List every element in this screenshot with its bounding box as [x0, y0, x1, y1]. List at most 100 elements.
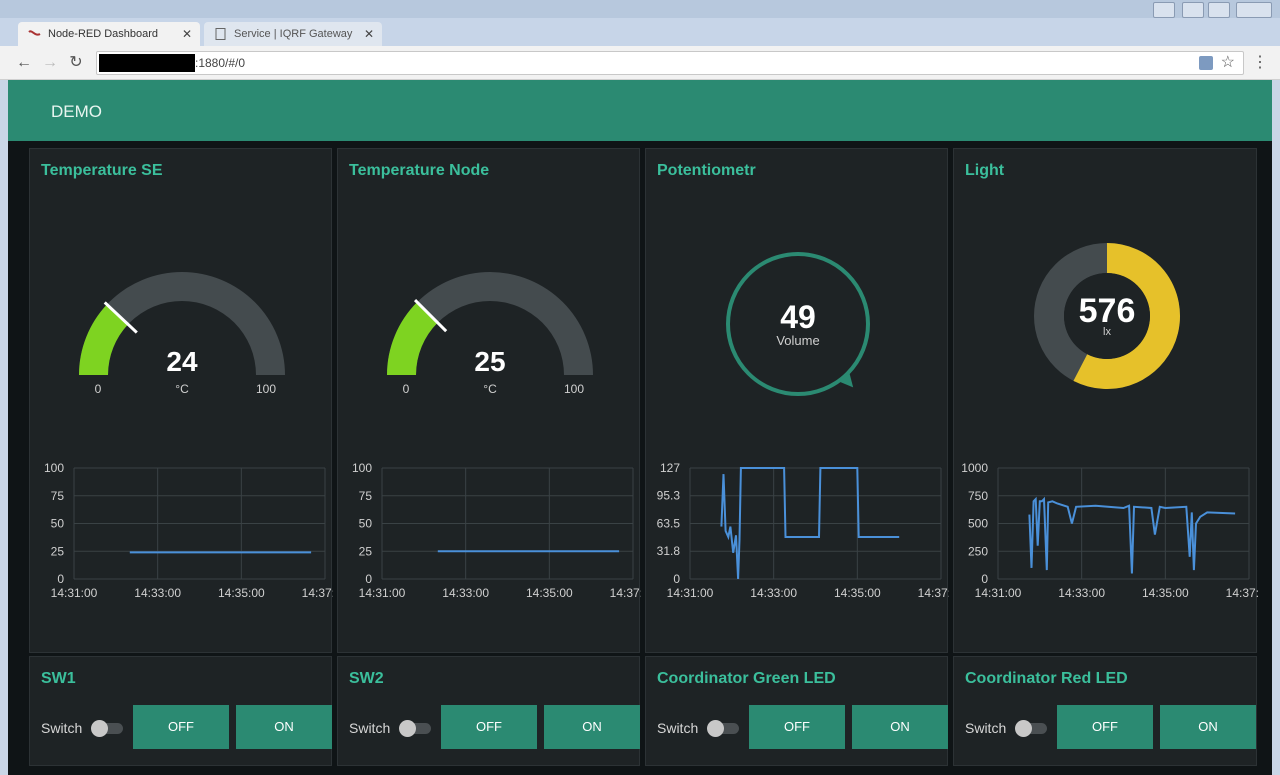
x-tick-label: 14:31:00 — [51, 586, 98, 600]
line-chart-potentiometr: 0 31.8 63.5 95.3 127 14:31:00 14:33:00 14:35:00… — [657, 461, 949, 600]
close-icon[interactable]: ✕ — [182, 22, 192, 46]
document-icon — [215, 28, 226, 40]
dashboard-header: DEMO — [8, 80, 1272, 141]
donut-unit: Volume — [776, 333, 819, 348]
switch-toggle[interactable] — [707, 720, 742, 737]
close-icon[interactable]: ✕ — [364, 22, 374, 46]
tab-label: Service | IQRF Gateway — [234, 28, 353, 40]
x-tick-label: 14:31:00 — [667, 586, 714, 600]
switch-toggle[interactable] — [1015, 720, 1050, 737]
gauge-temperature-se: 24 °C 0 100 — [79, 272, 285, 396]
x-tick-label: 14:37:00 — [918, 586, 949, 600]
y-tick-label: 0 — [981, 572, 988, 586]
switch-title: Coordinator Red LED — [965, 670, 1128, 687]
x-tick-label: 14:33:00 — [442, 586, 489, 600]
x-tick-label: 14:37:00 — [302, 586, 333, 600]
line-chart-temperature-se: 0 25 50 75 100 14:31:00 14:33:00 14:35:00 14:37:… — [44, 461, 333, 600]
on-button[interactable]: ON — [544, 705, 640, 749]
menu-icon[interactable]: ⋮ — [1250, 53, 1270, 73]
switch-title: SW2 — [349, 670, 384, 687]
y-tick-label: 127 — [660, 461, 680, 475]
panel-potentiometr: Potentiometr 49 Volume 0 31.8 63.5 95.3 127 1… — [645, 148, 949, 653]
switch-card-red-led: Coordinator Red LED Switch OFF ON — [953, 656, 1257, 766]
translate-icon[interactable] — [1199, 56, 1213, 70]
x-tick-label: 14:33:00 — [1058, 586, 1105, 600]
x-tick-label: 14:37:00 — [1226, 586, 1258, 600]
off-button[interactable]: OFF — [1057, 705, 1153, 749]
off-button[interactable]: OFF — [133, 705, 229, 749]
y-tick-label: 0 — [57, 572, 64, 586]
page-title: DEMO — [51, 102, 102, 121]
switch-card-green-led: Coordinator Green LED Switch OFF ON — [645, 656, 948, 766]
panel-temperature-se: Temperature SE 24 °C 0 100 0 25 50 75 100 14:… — [29, 148, 333, 653]
panel-temperature-node: Temperature Node 25 °C 0 100 0 25 50 75 100 1… — [337, 148, 641, 653]
y-tick-label: 250 — [968, 544, 988, 558]
close-window-button[interactable] — [1236, 2, 1272, 18]
gauge-max: 100 — [564, 382, 584, 396]
on-button[interactable]: ON — [236, 705, 332, 749]
switch-label: Switch — [965, 720, 1007, 736]
forward-icon[interactable]: → — [40, 53, 60, 73]
on-button[interactable]: ON — [852, 705, 948, 749]
switch-toggle[interactable] — [91, 720, 126, 737]
gauge-unit: °C — [483, 382, 497, 396]
on-button[interactable]: ON — [1160, 705, 1256, 749]
y-tick-label: 75 — [359, 489, 373, 503]
off-button[interactable]: OFF — [441, 705, 537, 749]
y-tick-label: 75 — [51, 489, 65, 503]
gauge-value: 25 — [474, 346, 505, 377]
y-tick-label: 50 — [359, 517, 373, 531]
x-tick-label: 14:35:00 — [526, 586, 573, 600]
off-button[interactable]: OFF — [749, 705, 845, 749]
y-tick-label: 100 — [352, 461, 372, 475]
x-tick-label: 14:33:00 — [750, 586, 797, 600]
series-line — [1028, 496, 1236, 574]
donut-unit: lx — [1103, 326, 1111, 338]
donut-light: 576 lx — [1034, 243, 1180, 389]
back-icon[interactable]: ← — [14, 53, 34, 73]
x-tick-label: 14:35:00 — [834, 586, 881, 600]
y-tick-label: 1000 — [961, 461, 988, 475]
tab-label: Node-RED Dashboard — [48, 28, 159, 40]
y-tick-label: 750 — [968, 489, 988, 503]
reload-icon[interactable]: ↻ — [66, 53, 86, 73]
y-tick-label: 50 — [51, 517, 65, 531]
gauge-temperature-node: 25 °C 0 100 — [387, 272, 593, 396]
donut-value: 576 — [1079, 292, 1136, 330]
bookmark-star-icon[interactable]: ☆ — [1221, 52, 1235, 74]
switch-label: Switch — [349, 720, 391, 736]
tab-iqrf-gateway[interactable]: Service | IQRF Gateway ✕ — [204, 22, 382, 46]
line-chart-temperature-node: 0 25 50 75 100 14:31:00 14:33:00 14:35:00 14:37:… — [352, 461, 641, 600]
gauge-min: 0 — [95, 382, 102, 396]
donut-potentiometr: 49 Volume — [726, 252, 870, 396]
y-tick-label: 500 — [968, 517, 988, 531]
maximize-button[interactable] — [1208, 2, 1230, 18]
panel-light: Light 576 lx 0 250 500 750 1000 14:31:00 14:33… — [953, 148, 1258, 653]
address-bar[interactable]: :1880/#/0 ☆ — [96, 51, 1244, 75]
switch-title: SW1 — [41, 670, 76, 687]
y-tick-label: 63.5 — [657, 517, 681, 531]
y-tick-label: 25 — [51, 544, 65, 558]
x-tick-label: 14:35:00 — [218, 586, 265, 600]
minimize-button[interactable] — [1182, 2, 1204, 18]
line-chart-light: 0 250 500 750 1000 14:31:00 14:33:00 14:35:00 14… — [961, 461, 1258, 600]
switch-label: Switch — [657, 720, 699, 736]
redacted-host — [99, 54, 195, 72]
switch-toggle[interactable] — [399, 720, 434, 737]
gauge-value: 24 — [166, 346, 198, 377]
tab-bar: Node-RED Dashboard ✕ Service | IQRF Gate… — [0, 18, 1280, 46]
gauge-unit: °C — [175, 382, 189, 396]
x-tick-label: 14:31:00 — [975, 586, 1022, 600]
print-icon[interactable] — [1153, 2, 1175, 18]
y-tick-label: 0 — [673, 572, 680, 586]
os-title-strip — [0, 0, 1280, 18]
dashboard-page: DEMO Temperature SE 24 °C 0 100 0 25 50 75 1… — [8, 80, 1272, 775]
x-tick-label: 14:31:00 — [359, 586, 406, 600]
y-tick-label: 100 — [44, 461, 64, 475]
y-tick-label: 95.3 — [657, 489, 681, 503]
switch-card-sw1: SW1 Switch OFF ON — [29, 656, 332, 766]
gauge-max: 100 — [256, 382, 276, 396]
y-tick-label: 0 — [365, 572, 372, 586]
switch-label: Switch — [41, 720, 83, 736]
tab-node-red-dashboard[interactable]: Node-RED Dashboard ✕ — [18, 22, 200, 46]
